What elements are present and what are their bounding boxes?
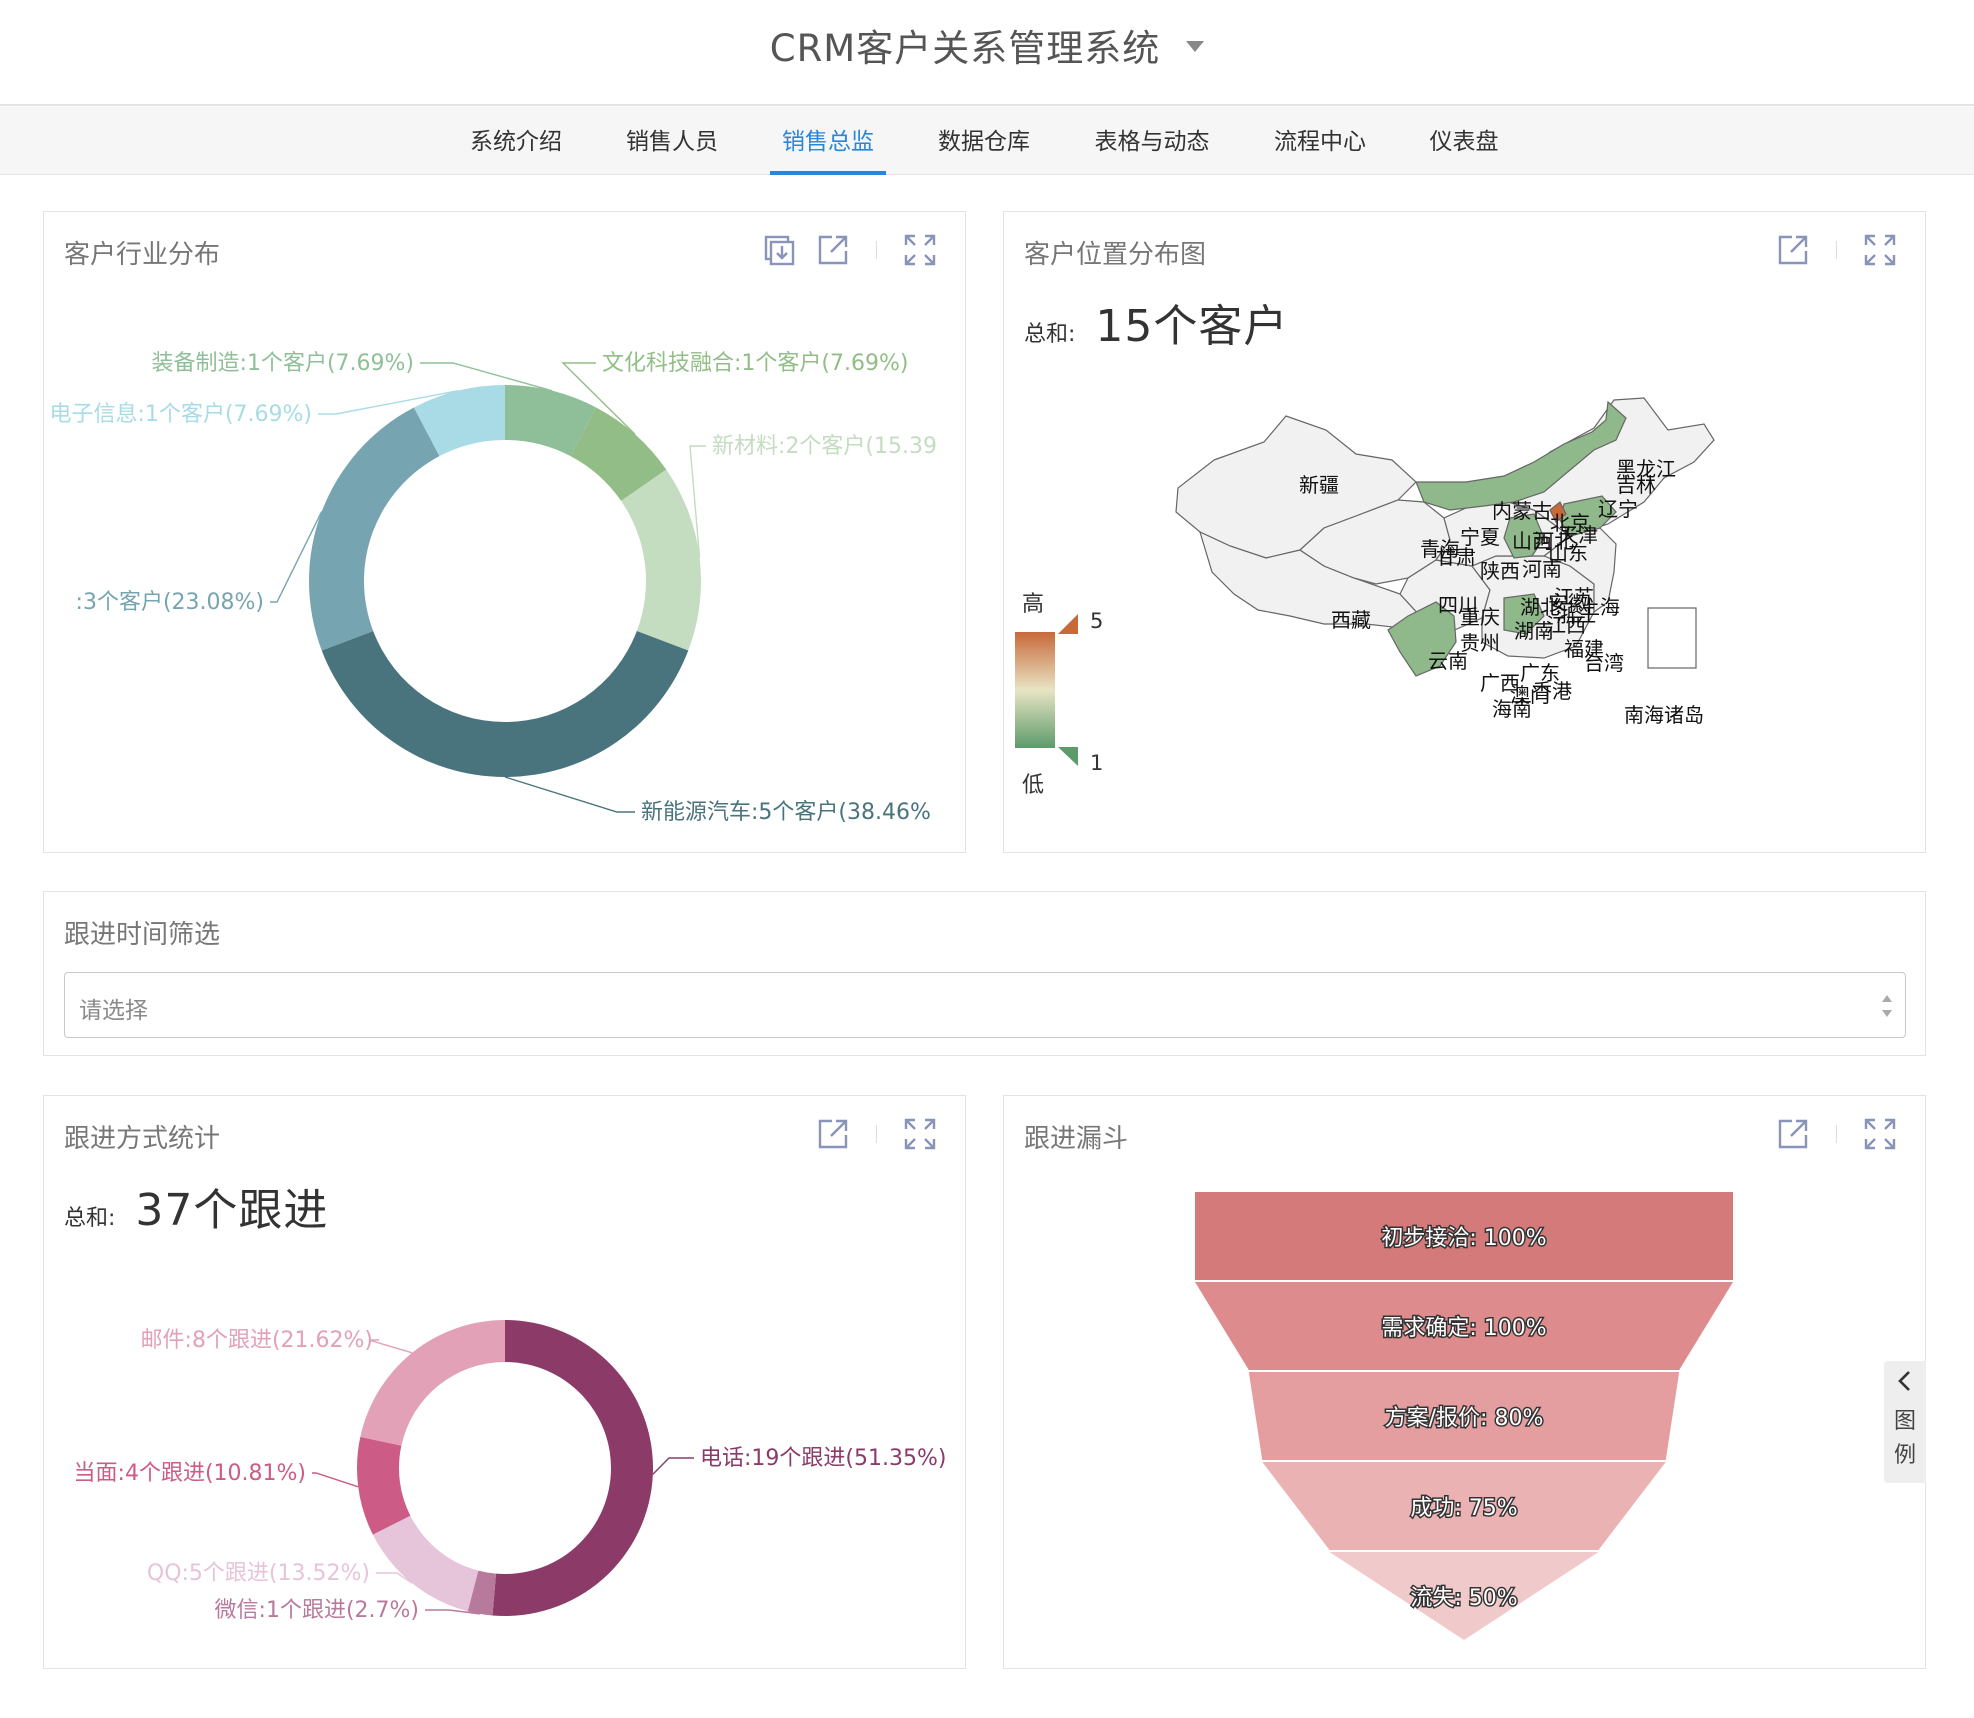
china-map-chart: 高 5 1 低 新疆 西藏 青海 甘肃 内蒙古 黑龙江 吉林 辽宁 北京 天津 … bbox=[1015, 397, 1715, 798]
tab-sales-staff[interactable]: 销售人员 bbox=[624, 107, 720, 175]
scale-max-value: 5 bbox=[1090, 609, 1103, 633]
followup-method-panel: 跟进方式统计 总和: 37个跟进 电话:19个跟进(51.35%) 微信:1个跟进… bbox=[43, 1095, 966, 1669]
toolbar-divider bbox=[876, 1125, 877, 1143]
panel-title: 客户位置分布图 bbox=[1024, 240, 1207, 270]
scale-low-label: 低 bbox=[1022, 773, 1044, 798]
province-label-chongqing: 重庆 bbox=[1460, 605, 1500, 629]
customer-location-panel: 客户位置分布图 总和: 15个客户 高 5 1 低 新疆 西藏 青海 甘肃 内蒙… bbox=[1003, 211, 1926, 853]
scale-max-handle[interactable] bbox=[1058, 614, 1078, 634]
scale-min-value: 1 bbox=[1090, 751, 1103, 775]
download-icon[interactable] bbox=[760, 231, 798, 269]
select-placeholder: 请选择 bbox=[79, 998, 148, 1024]
funnel-stage-label: 成功: 75% bbox=[1410, 1496, 1517, 1521]
panel-title: 跟进时间筛选 bbox=[64, 920, 221, 950]
tab-data-warehouse[interactable]: 数据仓库 bbox=[936, 107, 1032, 175]
province-label-south-china-sea-islands: 南海诸岛 bbox=[1624, 703, 1704, 727]
fullscreen-icon[interactable] bbox=[901, 1115, 939, 1153]
funnel-stage-label: 初步接洽: 100% bbox=[1381, 1226, 1546, 1251]
funnel-stage-label: 流失: 50% bbox=[1410, 1586, 1517, 1611]
panel-toolbar bbox=[814, 1114, 939, 1154]
scale-high-label: 高 bbox=[1022, 592, 1044, 617]
slice-label: 装备制造:1个客户(7.69%) bbox=[152, 351, 414, 376]
donut-slice[interactable] bbox=[309, 407, 440, 651]
slice-label: QQ:5个跟进(13.52%) bbox=[147, 1561, 370, 1586]
open-external-icon[interactable] bbox=[1774, 1115, 1812, 1153]
slice-label: 电话:19个跟进(51.35%) bbox=[700, 1446, 946, 1471]
province-label-xinjiang: 新疆 bbox=[1299, 473, 1339, 497]
funnel-stage-label: 方案/报价: 80% bbox=[1385, 1406, 1544, 1431]
app-title[interactable]: CRM客户关系管理系统 bbox=[0, 18, 1974, 72]
fullscreen-icon[interactable] bbox=[1861, 231, 1899, 269]
fullscreen-icon[interactable] bbox=[1861, 1115, 1899, 1153]
province-label-taiwan: 台湾 bbox=[1584, 651, 1624, 675]
tab-system-intro[interactable]: 系统介绍 bbox=[468, 107, 564, 175]
province-label-hainan: 海南 bbox=[1492, 697, 1532, 721]
tab-process-center[interactable]: 流程中心 bbox=[1272, 107, 1368, 175]
main-tab-bar: 系统介绍 销售人员 销售总监 数据仓库 表格与动态 流程中心 仪表盘 bbox=[0, 107, 1974, 175]
app-title-text: CRM客户关系管理系统 bbox=[769, 27, 1161, 70]
province-label-yunnan: 云南 bbox=[1428, 649, 1468, 673]
tab-tables-activity[interactable]: 表格与动态 bbox=[1092, 107, 1212, 175]
donut-slice[interactable] bbox=[372, 1515, 479, 1612]
industry-distribution-panel: 客户行业分布 装备制造:1个客户(7.69%) 文化科技融合:1个客户(7.69%… bbox=[43, 211, 966, 853]
province-label-liaoning: 辽宁 bbox=[1598, 497, 1638, 521]
label-leader-line bbox=[312, 1472, 359, 1488]
toolbar-divider bbox=[1836, 1125, 1837, 1143]
panel-title: 跟进方式统计 bbox=[64, 1124, 221, 1154]
open-external-icon[interactable] bbox=[814, 1115, 852, 1153]
panel-title: 客户行业分布 bbox=[64, 240, 221, 270]
open-external-icon[interactable] bbox=[1774, 231, 1812, 269]
slice-label: :3个客户(23.08%) bbox=[76, 590, 264, 615]
chevron-left-icon bbox=[1898, 1371, 1910, 1391]
province-label-tibet: 西藏 bbox=[1331, 608, 1371, 632]
slice-label: 邮件:8个跟进(21.62%) bbox=[141, 1328, 373, 1353]
chevron-down-icon[interactable] bbox=[1186, 41, 1205, 52]
legend-toggle[interactable]: 图例 bbox=[1884, 1361, 1926, 1483]
province-label-shanxi: 山西 bbox=[1512, 529, 1552, 553]
tab-dashboard[interactable]: 仪表盘 bbox=[1428, 107, 1500, 175]
donut-slice[interactable] bbox=[621, 469, 701, 651]
industry-donut-chart: 装备制造:1个客户(7.69%) 文化科技融合:1个客户(7.69%) 新材料:2个… bbox=[50, 351, 937, 825]
toolbar-divider bbox=[876, 241, 877, 259]
donut-slice[interactable] bbox=[360, 1320, 505, 1446]
followup-method-donut-chart: 电话:19个跟进(51.35%) 微信:1个跟进(2.7%) QQ:5个跟进(13.… bbox=[74, 1320, 946, 1623]
province-label-inner-mongolia: 内蒙古 bbox=[1492, 499, 1552, 523]
donut-slice[interactable] bbox=[321, 630, 689, 777]
legend-toggle-label: 图例 bbox=[1893, 1409, 1916, 1468]
province-label-henan: 河南 bbox=[1522, 557, 1562, 581]
panel-toolbar bbox=[1774, 230, 1899, 270]
donut-slice[interactable] bbox=[492, 1320, 654, 1616]
scale-min-handle[interactable] bbox=[1058, 747, 1078, 766]
slice-label: 电子信息:1个客户(7.69%) bbox=[50, 402, 312, 427]
open-external-icon[interactable] bbox=[814, 231, 852, 269]
followup-time-select[interactable]: 请选择 bbox=[64, 972, 1906, 1038]
province-label-jilin: 吉林 bbox=[1616, 473, 1656, 497]
funnel-stage-label: 需求确定: 100% bbox=[1381, 1316, 1546, 1341]
slice-label: 微信:1个跟进(2.7%) bbox=[215, 1598, 419, 1623]
followup-funnel-chart: 初步接洽: 100% 需求确定: 100% 方案/报价: 80% 成功: 75% 流失:… bbox=[1195, 1192, 1733, 1640]
fullscreen-icon[interactable] bbox=[901, 231, 939, 269]
slice-label: 文化科技融合:1个客户(7.69%) bbox=[602, 351, 908, 376]
tab-sales-director[interactable]: 销售总监 bbox=[770, 107, 886, 175]
label-leader-line bbox=[504, 776, 635, 813]
slice-label: 当面:4个跟进(10.81%) bbox=[74, 1461, 306, 1486]
province-label-shaanxi: 陕西 bbox=[1480, 559, 1520, 583]
followup-funnel-panel: 跟进漏斗 初步接洽: 100% 需求确定: 100% 方案/报价: 80% 成功: 7… bbox=[1003, 1095, 1926, 1669]
province-label-ningxia: 宁夏 bbox=[1460, 525, 1500, 549]
toolbar-divider bbox=[1836, 241, 1837, 259]
slice-label: 新能源汽车:5个客户(38.46% bbox=[641, 800, 931, 825]
panel-toolbar bbox=[1774, 1114, 1899, 1154]
panel-title: 跟进漏斗 bbox=[1024, 1124, 1129, 1154]
followup-time-filter-panel: 跟进时间筛选 请选择 bbox=[43, 891, 1926, 1056]
select-arrows-icon bbox=[1882, 995, 1892, 1017]
label-leader-line bbox=[652, 1457, 694, 1475]
south-china-sea-inset[interactable] bbox=[1647, 607, 1697, 669]
scale-bar[interactable] bbox=[1015, 632, 1055, 748]
panel-toolbar bbox=[760, 230, 939, 270]
province-label-jiangxi: 江西 bbox=[1546, 613, 1586, 637]
app-header: CRM客户关系管理系统 bbox=[0, 0, 1974, 106]
label-leader-line bbox=[368, 1339, 413, 1354]
slice-label: 新材料:2个客户(15.39 bbox=[712, 434, 937, 459]
